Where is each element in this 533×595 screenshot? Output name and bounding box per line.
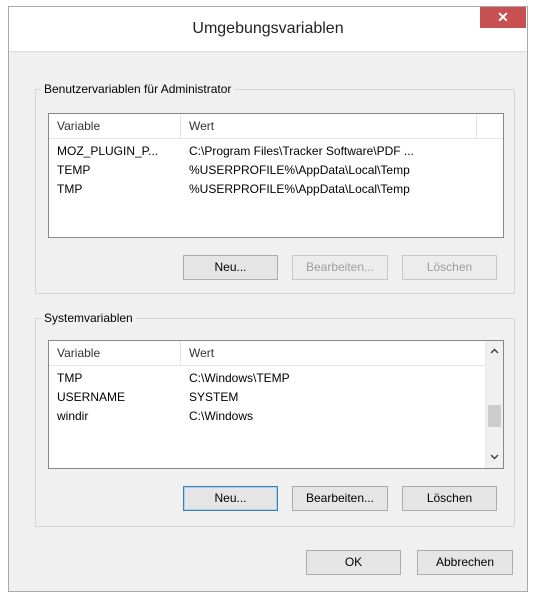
environment-variables-dialog: Umgebungsvariablen ✕ Benutzervariablen f… (8, 6, 528, 592)
column-header-variable[interactable]: Variable (49, 341, 181, 365)
column-header-value[interactable]: Wert (181, 114, 477, 138)
chevron-down-icon (490, 454, 499, 460)
variable-value: SYSTEM (189, 390, 239, 404)
scroll-up-button[interactable] (486, 343, 503, 360)
chevron-up-icon (490, 348, 499, 354)
title-bar: Umgebungsvariablen ✕ (9, 7, 527, 52)
variable-name: USERNAME (57, 390, 126, 404)
user-delete-button[interactable]: Löschen (402, 255, 497, 280)
list-header: Variable Wert (49, 341, 486, 366)
variable-name: TMP (57, 182, 83, 196)
variable-name: TEMP (57, 163, 91, 177)
cancel-button[interactable]: Abbrechen (417, 550, 513, 575)
list-item[interactable]: USERNAME SYSTEM (49, 388, 486, 407)
system-variables-list[interactable]: Variable Wert TMP C:\Windows\TEMP USERNA… (48, 340, 504, 469)
system-variables-group: Systemvariablen Variable Wert TMP C:\Win… (35, 311, 515, 527)
user-variables-group: Benutzervariablen für Administrator Vari… (35, 82, 515, 294)
list-item[interactable]: TEMP %USERPROFILE%\AppData\Local\Temp (49, 161, 503, 180)
variable-name: MOZ_PLUGIN_P... (57, 144, 159, 158)
variable-name: windir (57, 409, 89, 423)
list-header: Variable Wert (49, 114, 503, 139)
close-icon: ✕ (497, 9, 509, 25)
column-header-variable[interactable]: Variable (49, 114, 181, 138)
variable-value: %USERPROFILE%\AppData\Local\Temp (189, 182, 410, 196)
user-edit-button[interactable]: Bearbeiten... (292, 255, 388, 280)
vertical-scrollbar[interactable] (485, 341, 503, 468)
list-item[interactable]: windir C:\Windows (49, 407, 486, 426)
dialog-title: Umgebungsvariablen (192, 20, 344, 37)
close-button[interactable]: ✕ (480, 7, 526, 28)
user-variables-label: Benutzervariablen für Administrator (41, 82, 235, 96)
variable-value: C:\Windows (189, 409, 254, 423)
system-edit-button[interactable]: Bearbeiten... (292, 486, 388, 511)
variable-value: C:\Windows\TEMP (189, 371, 290, 385)
user-new-button[interactable]: Neu... (183, 255, 278, 280)
variable-value: C:\Program Files\Tracker Software\PDF ..… (189, 144, 414, 158)
list-item[interactable]: MOZ_PLUGIN_P... C:\Program Files\Tracker… (49, 142, 503, 161)
system-new-button[interactable]: Neu... (183, 486, 278, 511)
list-item[interactable]: TMP C:\Windows\TEMP (49, 369, 486, 388)
scroll-down-button[interactable] (486, 449, 503, 466)
variable-value: %USERPROFILE%\AppData\Local\Temp (189, 163, 410, 177)
variable-name: TMP (57, 371, 83, 385)
user-variables-list[interactable]: Variable Wert MOZ_PLUGIN_P... C:\Program… (48, 113, 504, 238)
list-item[interactable]: TMP %USERPROFILE%\AppData\Local\Temp (49, 180, 503, 199)
system-variables-label: Systemvariablen (41, 311, 136, 325)
column-header-value[interactable]: Wert (181, 341, 486, 365)
scrollbar-thumb[interactable] (488, 405, 501, 427)
ok-button[interactable]: OK (306, 550, 401, 575)
system-delete-button[interactable]: Löschen (402, 486, 497, 511)
